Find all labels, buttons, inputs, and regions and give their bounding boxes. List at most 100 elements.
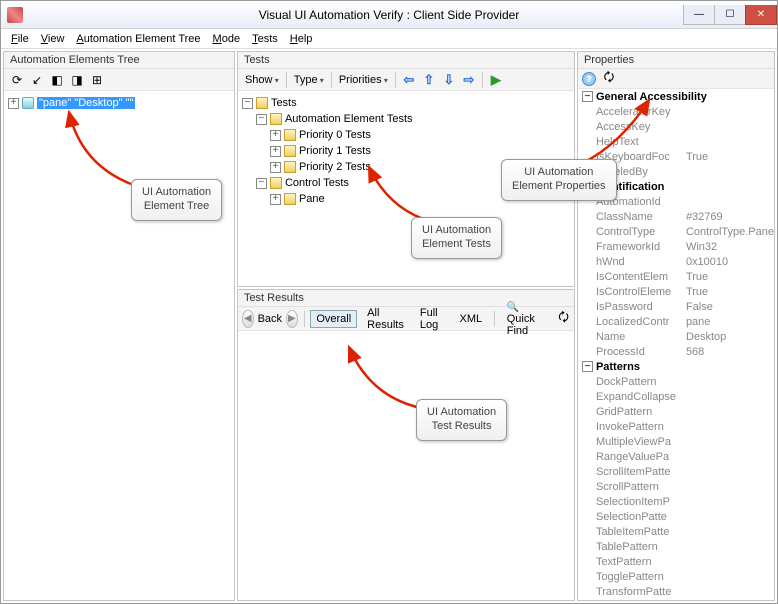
folder-icon <box>270 113 282 125</box>
prop-row[interactable]: hWnd0x10010 <box>578 254 774 269</box>
prop-row[interactable]: TableItemPatte <box>578 524 774 539</box>
tree-toolbar: ⟳ ↙ ◧ ◨ ⊞ <box>4 69 234 91</box>
tests-root[interactable]: −Tests <box>242 95 570 111</box>
prop-row[interactable]: IsControlElemeTrue <box>578 284 774 299</box>
prop-row[interactable]: SelectionPatte <box>578 509 774 524</box>
tree-tool-1[interactable]: ⟳ <box>8 71 26 89</box>
overall-tab[interactable]: Overall <box>310 310 357 328</box>
collapse-icon[interactable]: − <box>256 178 267 189</box>
callout-element-tests: UI AutomationElement Tests <box>411 217 502 259</box>
prop-row[interactable]: TransformPatte <box>578 584 774 599</box>
nav-right-icon[interactable]: ⇨ <box>460 71 478 89</box>
expand-icon[interactable]: + <box>270 194 281 205</box>
expand-icon[interactable]: + <box>270 162 281 173</box>
folder-icon <box>270 177 282 189</box>
priorities-dropdown[interactable]: Priorities <box>336 73 391 87</box>
automation-elements-tree-panel: Automation Elements Tree ⟳ ↙ ◧ ◨ ⊞ + "pa… <box>3 51 235 601</box>
left-header: Automation Elements Tree <box>4 52 234 69</box>
maximize-button[interactable]: ☐ <box>714 5 746 25</box>
menu-view[interactable]: View <box>37 32 69 46</box>
tree-root-node[interactable]: + "pane" "Desktop" "" <box>8 95 230 111</box>
prop-refresh-icon[interactable]: 🗘 <box>600 70 618 88</box>
menu-help[interactable]: Help <box>286 32 317 46</box>
callout-test-results: UI AutomationTest Results <box>416 399 507 441</box>
help-icon[interactable]: ? <box>582 72 596 86</box>
menu-mode[interactable]: Mode <box>209 32 245 46</box>
prop-row[interactable]: IsContentElemTrue <box>578 269 774 284</box>
prop-row[interactable]: MultipleViewPa <box>578 434 774 449</box>
prop-row[interactable]: TablePattern <box>578 539 774 554</box>
prop-row[interactable]: ScrollItemPatte <box>578 464 774 479</box>
prop-row[interactable]: AccessKey <box>578 119 774 134</box>
folder-icon <box>284 193 296 205</box>
tests-header: Tests <box>238 52 574 69</box>
prop-row[interactable]: ProcessId568 <box>578 344 774 359</box>
callout-element-properties: UI AutomationElement Properties <box>501 159 617 201</box>
expand-icon[interactable]: + <box>270 146 281 157</box>
expand-icon[interactable]: + <box>8 98 19 109</box>
folder-icon <box>256 97 268 109</box>
expand-icon[interactable]: + <box>270 130 281 141</box>
tree-tool-5[interactable]: ⊞ <box>88 71 106 89</box>
prop-row[interactable]: IsPasswordFalse <box>578 299 774 314</box>
minimize-button[interactable]: — <box>683 5 715 25</box>
prop-row[interactable]: DockPattern <box>578 374 774 389</box>
results-toolbar: ◀ Back ▶ Overall All Results Full Log XM… <box>238 307 574 331</box>
prop-row[interactable]: ExpandCollapse <box>578 389 774 404</box>
prop-row[interactable]: RangeValuePa <box>578 449 774 464</box>
properties-panel: Properties ? 🗘 −General AccessibilityAcc… <box>577 51 775 601</box>
tests-p1[interactable]: +Priority 1 Tests <box>242 143 570 159</box>
prop-row[interactable]: LocalizedContrpane <box>578 314 774 329</box>
tests-p0[interactable]: +Priority 0 Tests <box>242 127 570 143</box>
prop-row[interactable]: GridPattern <box>578 404 774 419</box>
collapse-icon[interactable]: − <box>242 98 253 109</box>
prop-row[interactable]: ValuePattern <box>578 599 774 600</box>
menubar: File View Automation Element Tree Mode T… <box>1 29 777 49</box>
app-icon <box>7 7 23 23</box>
tree-root-label: "pane" "Desktop" "" <box>37 97 135 109</box>
prop-row[interactable]: HelpText <box>578 134 774 149</box>
collapse-icon[interactable]: − <box>256 114 267 125</box>
prop-row[interactable]: FrameworkIdWin32 <box>578 239 774 254</box>
type-dropdown[interactable]: Type <box>291 73 327 87</box>
prop-group[interactable]: −General Accessibility <box>578 89 774 104</box>
back-label: Back <box>258 313 282 325</box>
full-log-tab[interactable]: Full Log <box>414 304 450 334</box>
test-results-panel: Test Results ◀ Back ▶ Overall All Result… <box>237 289 575 601</box>
tree-tool-4[interactable]: ◨ <box>68 71 86 89</box>
results-refresh-icon[interactable]: 🗘 <box>557 310 570 328</box>
prop-row[interactable]: SelectionItemP <box>578 494 774 509</box>
prop-row[interactable]: InvokePattern <box>578 419 774 434</box>
folder-icon <box>284 129 296 141</box>
tree-tool-2[interactable]: ↙ <box>28 71 46 89</box>
all-results-tab[interactable]: All Results <box>361 304 410 334</box>
xml-tab[interactable]: XML <box>454 310 489 328</box>
show-dropdown[interactable]: Show <box>242 73 282 87</box>
forward-button[interactable]: ▶ <box>286 310 298 328</box>
results-body <box>238 331 574 600</box>
run-icon[interactable]: ▶ <box>487 71 505 89</box>
prop-row[interactable]: AcceleratorKey <box>578 104 774 119</box>
tree-tool-3[interactable]: ◧ <box>48 71 66 89</box>
titlebar: Visual UI Automation Verify : Client Sid… <box>1 1 777 29</box>
folder-icon <box>284 161 296 173</box>
menu-tests[interactable]: Tests <box>248 32 282 46</box>
menu-automation-element-tree[interactable]: Automation Element Tree <box>72 32 204 46</box>
prop-row[interactable]: ClassName#32769 <box>578 209 774 224</box>
prop-row[interactable]: TogglePattern <box>578 569 774 584</box>
prop-row[interactable]: ControlTypeControlType.Pane <box>578 224 774 239</box>
tests-aet[interactable]: −Automation Element Tests <box>242 111 570 127</box>
nav-down-icon[interactable]: ⇩ <box>440 71 458 89</box>
close-button[interactable]: ✕ <box>745 5 777 25</box>
prop-row[interactable]: TextPattern <box>578 554 774 569</box>
folder-icon <box>284 145 296 157</box>
prop-row[interactable]: ScrollPattern <box>578 479 774 494</box>
prop-row[interactable]: NameDesktop <box>578 329 774 344</box>
menu-file[interactable]: File <box>7 32 33 46</box>
callout-element-tree: UI AutomationElement Tree <box>131 179 222 221</box>
properties-header: Properties <box>578 52 774 69</box>
prop-group[interactable]: −Patterns <box>578 359 774 374</box>
back-button[interactable]: ◀ <box>242 310 254 328</box>
nav-up-icon[interactable]: ⇧ <box>420 71 438 89</box>
nav-left-icon[interactable]: ⇦ <box>400 71 418 89</box>
